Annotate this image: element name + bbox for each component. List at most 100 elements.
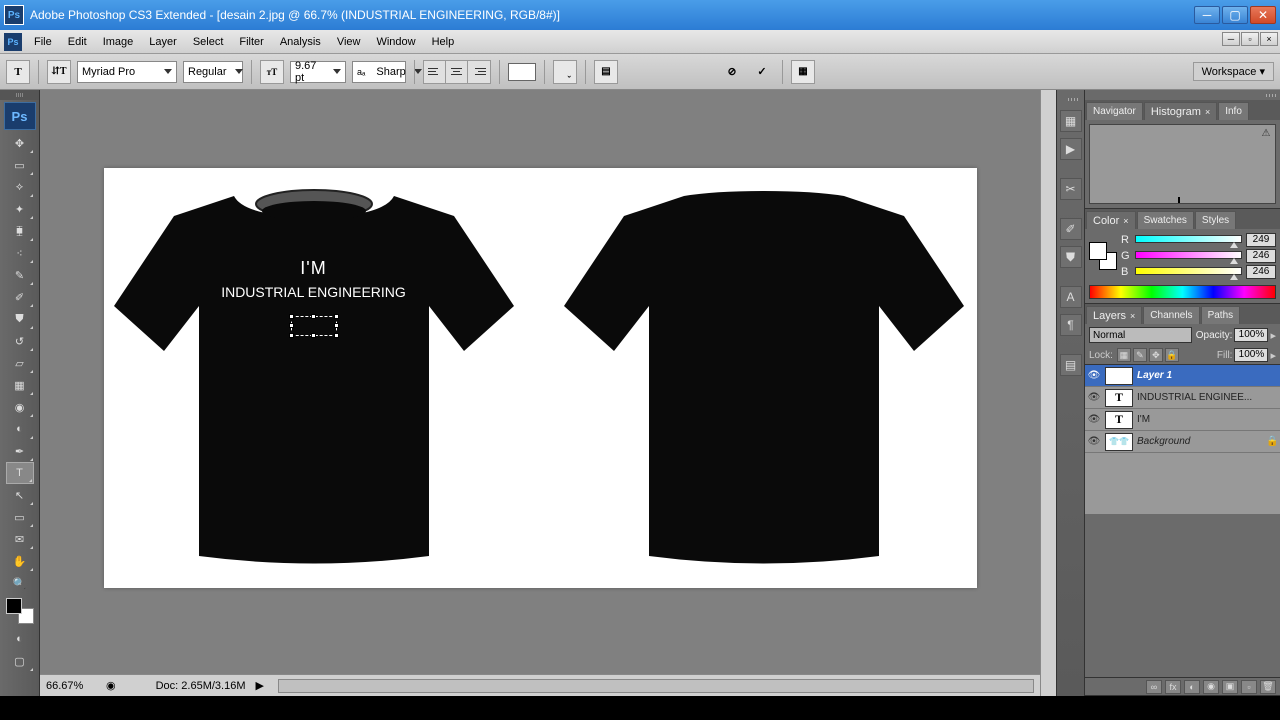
tab-styles[interactable]: Styles bbox=[1195, 211, 1236, 229]
tab-navigator[interactable]: Navigator bbox=[1086, 102, 1143, 120]
layer-row[interactable]: TI'M bbox=[1085, 409, 1280, 431]
text-orientation-button[interactable]: ⇵T bbox=[47, 60, 71, 84]
strip-nav-icon[interactable]: ▦ bbox=[1060, 110, 1082, 132]
mdi-restore-button[interactable]: ▫ bbox=[1241, 32, 1259, 46]
align-left-button[interactable] bbox=[424, 61, 446, 83]
strip-clone-icon[interactable]: ⛊ bbox=[1060, 246, 1082, 268]
layer-row[interactable]: 👕👕Background🔒 bbox=[1085, 431, 1280, 453]
layer-fx-button[interactable]: fx bbox=[1165, 680, 1181, 694]
b-value[interactable]: 246 bbox=[1246, 265, 1276, 279]
layer-row[interactable]: TINDUSTRIAL ENGINEE... bbox=[1085, 387, 1280, 409]
blend-mode-dropdown[interactable]: Normal bbox=[1089, 327, 1192, 343]
tab-histogram[interactable]: Histogram× bbox=[1144, 102, 1217, 120]
document-canvas[interactable]: I'M INDUSTRIAL ENGINEERING bbox=[104, 168, 977, 588]
color-spectrum[interactable] bbox=[1089, 285, 1276, 299]
menu-select[interactable]: Select bbox=[185, 34, 232, 50]
menu-layer[interactable]: Layer bbox=[141, 34, 185, 50]
crop-tool[interactable]: ⧯ bbox=[6, 220, 34, 242]
screenmode-button[interactable]: ▢ bbox=[6, 650, 34, 672]
lock-position-button[interactable]: ✥ bbox=[1149, 348, 1163, 362]
strip-hist-icon[interactable]: ▶ bbox=[1060, 138, 1082, 160]
status-menu[interactable]: ▶ bbox=[255, 679, 263, 692]
move-tool[interactable]: ✥ bbox=[6, 132, 34, 154]
layer-list[interactable]: TLayer 1TINDUSTRIAL ENGINEE...TI'M👕👕Back… bbox=[1085, 364, 1280, 514]
menu-file[interactable]: File bbox=[26, 34, 60, 50]
tab-channels[interactable]: Channels bbox=[1143, 306, 1199, 324]
menu-filter[interactable]: Filter bbox=[231, 34, 271, 50]
text-color-swatch[interactable] bbox=[508, 63, 536, 81]
warp-text-button[interactable]: Ｔ̬ bbox=[553, 60, 577, 84]
menu-edit[interactable]: Edit bbox=[60, 34, 95, 50]
layer-visibility-toggle[interactable] bbox=[1087, 413, 1101, 427]
color-picker[interactable] bbox=[6, 598, 34, 624]
menu-analysis[interactable]: Analysis bbox=[272, 34, 329, 50]
lock-all-button[interactable]: 🔒 bbox=[1165, 348, 1179, 362]
workspace-dropdown[interactable]: Workspace ▾ bbox=[1193, 62, 1274, 81]
strip-layercomp-icon[interactable]: ▤ bbox=[1060, 354, 1082, 376]
mdi-minimize-button[interactable]: ─ bbox=[1222, 32, 1240, 46]
healing-tool[interactable]: ✎ bbox=[6, 264, 34, 286]
align-right-button[interactable] bbox=[468, 61, 490, 83]
panel-grip[interactable] bbox=[0, 90, 39, 100]
wand-tool[interactable]: ✦ bbox=[6, 198, 34, 220]
quickmask-button[interactable]: ◐ bbox=[6, 628, 34, 650]
r-value[interactable]: 249 bbox=[1246, 233, 1276, 247]
fg-bg-swatches[interactable] bbox=[1089, 242, 1117, 270]
marquee-tool[interactable]: ▭ bbox=[6, 154, 34, 176]
history-brush-tool[interactable]: ↺ bbox=[6, 330, 34, 352]
path-select-tool[interactable]: ↖ bbox=[6, 484, 34, 506]
text-selection-box[interactable] bbox=[291, 316, 337, 336]
layer-visibility-toggle[interactable] bbox=[1087, 435, 1101, 449]
histogram-warning-icon[interactable]: ⚠ bbox=[1259, 127, 1273, 139]
new-layer-button[interactable]: ▫ bbox=[1241, 680, 1257, 694]
horizontal-scrollbar[interactable] bbox=[278, 679, 1034, 693]
g-value[interactable]: 246 bbox=[1246, 249, 1276, 263]
blur-tool[interactable]: ◉ bbox=[6, 396, 34, 418]
shape-tool[interactable]: ▭ bbox=[6, 506, 34, 528]
lasso-tool[interactable]: ⟡ bbox=[6, 176, 34, 198]
menu-help[interactable]: Help bbox=[424, 34, 463, 50]
strip-brush-icon[interactable]: ✐ bbox=[1060, 218, 1082, 240]
hand-tool[interactable]: ✋ bbox=[6, 550, 34, 572]
eraser-tool[interactable]: ▱ bbox=[6, 352, 34, 374]
tab-layers[interactable]: Layers× bbox=[1086, 306, 1142, 324]
layer-group-button[interactable]: ▣ bbox=[1222, 680, 1238, 694]
window-minimize-button[interactable]: ─ bbox=[1194, 6, 1220, 24]
dodge-tool[interactable]: ◐ bbox=[6, 418, 34, 440]
vertical-scrollbar[interactable] bbox=[1040, 90, 1056, 696]
cancel-edits-button[interactable]: ⊘ bbox=[720, 60, 744, 84]
tab-color[interactable]: Color× bbox=[1086, 211, 1136, 229]
strip-char-icon[interactable]: A bbox=[1060, 286, 1082, 308]
stamp-tool[interactable]: ⛊ bbox=[6, 308, 34, 330]
zoom-menu-icon[interactable]: ◉ bbox=[106, 679, 116, 692]
b-slider[interactable] bbox=[1135, 267, 1242, 277]
brush-tool[interactable]: ✐ bbox=[6, 286, 34, 308]
zoom-level[interactable]: 66.67% bbox=[46, 680, 96, 692]
tab-info[interactable]: Info bbox=[1218, 102, 1249, 120]
type-tool[interactable]: T bbox=[6, 462, 34, 484]
text-tool-preset-icon[interactable]: T bbox=[6, 60, 30, 84]
strip-tool-icon[interactable]: ✂ bbox=[1060, 178, 1082, 200]
window-maximize-button[interactable]: ▢ bbox=[1222, 6, 1248, 24]
strip-para-icon[interactable]: ¶ bbox=[1060, 314, 1082, 336]
link-layers-button[interactable]: ∞ bbox=[1146, 680, 1162, 694]
gradient-tool[interactable]: ▦ bbox=[6, 374, 34, 396]
canvas-area[interactable]: I'M INDUSTRIAL ENGINEERING bbox=[40, 90, 1040, 674]
align-center-button[interactable] bbox=[446, 61, 468, 83]
notes-tool[interactable]: ✉ bbox=[6, 528, 34, 550]
layer-mask-button[interactable]: ◐ bbox=[1184, 680, 1200, 694]
lock-pixels-button[interactable]: ✎ bbox=[1133, 348, 1147, 362]
delete-layer-button[interactable]: 🗑 bbox=[1260, 680, 1276, 694]
commit-edits-button[interactable]: ✓ bbox=[750, 60, 774, 84]
tab-swatches[interactable]: Swatches bbox=[1137, 211, 1194, 229]
font-size-dropdown[interactable]: 9.67 pt bbox=[290, 61, 346, 83]
pen-tool[interactable]: ✒ bbox=[6, 440, 34, 462]
character-panel-button[interactable]: ▤ bbox=[594, 60, 618, 84]
window-close-button[interactable]: ✕ bbox=[1250, 6, 1276, 24]
mdi-close-button[interactable]: × bbox=[1260, 32, 1278, 46]
eyedropper-tool[interactable]: ⁖ bbox=[6, 242, 34, 264]
fill-value[interactable]: 100% bbox=[1234, 348, 1268, 362]
menu-view[interactable]: View bbox=[329, 34, 369, 50]
layer-row[interactable]: TLayer 1 bbox=[1085, 365, 1280, 387]
zoom-tool[interactable]: 🔍 bbox=[6, 572, 34, 594]
